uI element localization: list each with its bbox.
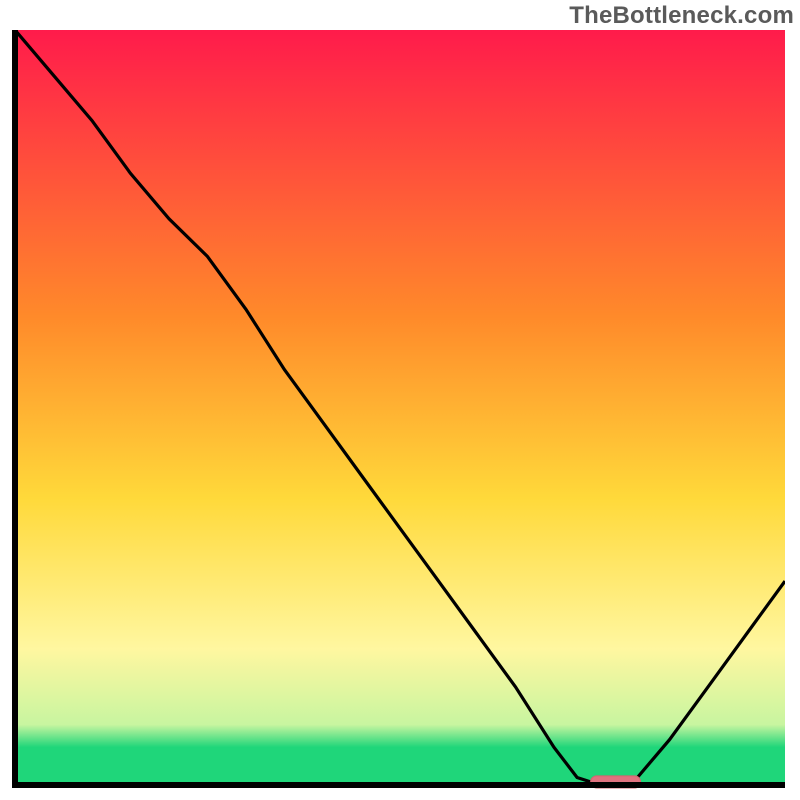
bottleneck-chart: [0, 0, 800, 800]
plot-background: [15, 30, 785, 785]
watermark-label: TheBottleneck.com: [569, 2, 794, 30]
chart-frame: TheBottleneck.com: [0, 0, 800, 800]
